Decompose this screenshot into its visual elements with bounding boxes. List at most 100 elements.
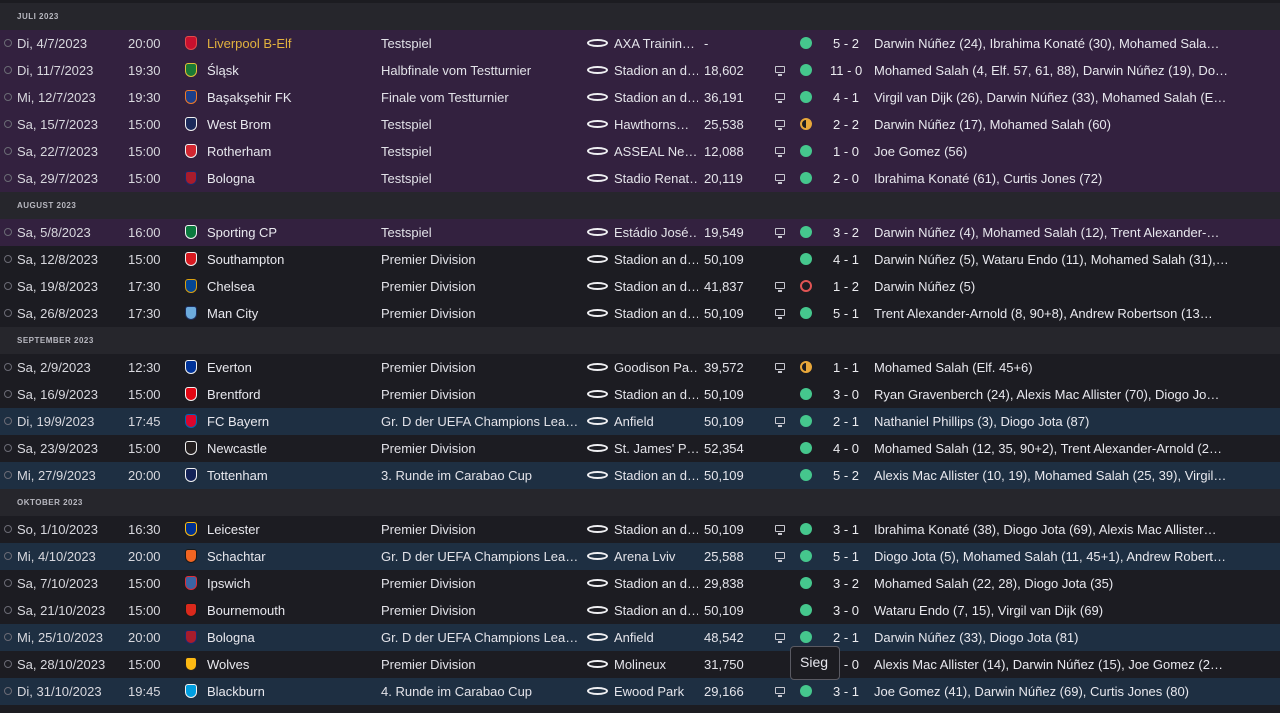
result-icon[interactable] — [799, 570, 815, 597]
venue-link[interactable]: Anfield — [614, 408, 698, 435]
result-icon[interactable] — [799, 246, 815, 273]
result-icon[interactable] — [799, 516, 815, 543]
match-score[interactable]: 1 - 0 — [830, 138, 862, 165]
venue-link[interactable]: Stadion an d… — [614, 246, 698, 273]
fixture-row[interactable]: Mi, 25/10/2023 20:00 Bologna Gr. D der UEFA… — [0, 624, 1280, 651]
opponent-link[interactable]: Wolves — [207, 651, 372, 678]
venue-link[interactable]: Molineux — [614, 651, 698, 678]
competition-link[interactable]: Gr. D der UEFA Champions Lea… — [381, 408, 579, 435]
venue-link[interactable]: Ewood Park — [614, 678, 698, 705]
venue-link[interactable]: Stadion an d… — [614, 300, 698, 327]
fixture-row[interactable]: So, 1/10/2023 16:30 Leicester Premier Divis… — [0, 516, 1280, 543]
match-score[interactable]: 5 - 1 — [830, 543, 862, 570]
opponent-link[interactable]: Śląsk — [207, 57, 372, 84]
fixture-row[interactable]: Sa, 7/10/2023 15:00 Ipswich Premier Divisio… — [0, 570, 1280, 597]
opponent-link[interactable]: Ipswich — [207, 570, 372, 597]
venue-link[interactable]: Stadion an d… — [614, 462, 698, 489]
fixture-row[interactable]: Sa, 28/10/2023 15:00 Wolves Premier Divisio… — [0, 651, 1280, 678]
fixture-row[interactable]: Mi, 12/7/2023 19:30 Başakşehir FK Finale vo… — [0, 84, 1280, 111]
competition-link[interactable]: Premier Division — [381, 570, 579, 597]
fixture-row[interactable]: Sa, 12/8/2023 15:00 Southampton Premier Div… — [0, 246, 1280, 273]
competition-link[interactable]: Premier Division — [381, 597, 579, 624]
result-icon[interactable] — [799, 543, 815, 570]
opponent-link[interactable]: Brentford — [207, 381, 372, 408]
competition-link[interactable]: Premier Division — [381, 300, 579, 327]
opponent-link[interactable]: Bologna — [207, 165, 372, 192]
venue-link[interactable]: St. James' P… — [614, 435, 698, 462]
result-icon[interactable] — [799, 597, 815, 624]
competition-link[interactable]: Testspiel — [381, 138, 579, 165]
competition-link[interactable]: Testspiel — [381, 111, 579, 138]
competition-link[interactable]: Premier Division — [381, 516, 579, 543]
venue-link[interactable]: Stadion an d… — [614, 516, 698, 543]
match-score[interactable]: 4 - 1 — [830, 84, 862, 111]
fixture-row[interactable]: Sa, 5/8/2023 16:00 Sporting CP Testspiel Est… — [0, 219, 1280, 246]
result-icon[interactable] — [799, 408, 815, 435]
fixture-row[interactable]: Sa, 23/9/2023 15:00 Newcastle Premier Divis… — [0, 435, 1280, 462]
competition-link[interactable]: 3. Runde im Carabao Cup — [381, 462, 579, 489]
fixture-row[interactable]: Sa, 29/7/2023 15:00 Bologna Testspiel Stadio… — [0, 165, 1280, 192]
match-score[interactable]: 3 - 2 — [830, 219, 862, 246]
opponent-link[interactable]: Leicester — [207, 516, 372, 543]
match-score[interactable]: 3 - 0 — [830, 597, 862, 624]
competition-link[interactable]: Testspiel — [381, 30, 579, 57]
venue-link[interactable]: Stadion an d… — [614, 381, 698, 408]
result-icon[interactable] — [799, 381, 815, 408]
opponent-link[interactable]: Newcastle — [207, 435, 372, 462]
match-score[interactable]: 4 - 0 — [830, 435, 862, 462]
opponent-link[interactable]: Başakşehir FK — [207, 84, 372, 111]
match-score[interactable]: 1 - 1 — [830, 354, 862, 381]
opponent-link[interactable]: Man City — [207, 300, 372, 327]
competition-link[interactable]: Halbfinale vom Testturnier — [381, 57, 579, 84]
result-icon[interactable] — [799, 354, 815, 381]
match-score[interactable]: 5 - 1 — [830, 300, 862, 327]
opponent-link[interactable]: Bournemouth — [207, 597, 372, 624]
opponent-link[interactable]: Schachtar — [207, 543, 372, 570]
fixture-row[interactable]: Mi, 4/10/2023 20:00 Schachtar Gr. D der UEF… — [0, 543, 1280, 570]
venue-link[interactable]: Stadion an d… — [614, 597, 698, 624]
fixture-row[interactable]: Mi, 27/9/2023 20:00 Tottenham 3. Runde im C… — [0, 462, 1280, 489]
venue-link[interactable]: ASSEAL Ne… — [614, 138, 698, 165]
result-icon[interactable] — [799, 273, 815, 300]
opponent-link[interactable]: Tottenham — [207, 462, 372, 489]
match-score[interactable]: 2 - 0 — [830, 165, 862, 192]
fixture-row[interactable]: Di, 31/10/2023 19:45 Blackburn 4. Runde im … — [0, 678, 1280, 705]
match-score[interactable]: 3 - 1 — [830, 678, 862, 705]
fixture-row[interactable]: Sa, 21/10/2023 15:00 Bournemouth Premier Di… — [0, 597, 1280, 624]
result-icon[interactable] — [799, 165, 815, 192]
opponent-link[interactable]: Bologna — [207, 624, 372, 651]
result-icon[interactable] — [799, 435, 815, 462]
match-score[interactable]: 3 - 2 — [830, 570, 862, 597]
venue-link[interactable]: AXA Trainin… — [614, 30, 698, 57]
result-icon[interactable] — [799, 678, 815, 705]
match-score[interactable]: 2 - 2 — [830, 111, 862, 138]
competition-link[interactable]: Testspiel — [381, 165, 579, 192]
competition-link[interactable]: 4. Runde im Carabao Cup — [381, 678, 579, 705]
venue-link[interactable]: Stadion an d… — [614, 57, 698, 84]
opponent-link[interactable]: Southampton — [207, 246, 372, 273]
competition-link[interactable]: Premier Division — [381, 273, 579, 300]
fixture-row[interactable]: Di, 19/9/2023 17:45 FC Bayern Gr. D der UEF… — [0, 408, 1280, 435]
venue-link[interactable]: Stadio Renat… — [614, 165, 698, 192]
opponent-link[interactable]: Everton — [207, 354, 372, 381]
match-score[interactable]: 1 - 2 — [830, 273, 862, 300]
venue-link[interactable]: Stadion an d… — [614, 570, 698, 597]
venue-link[interactable]: Hawthorns… — [614, 111, 698, 138]
venue-link[interactable]: Stadion an d… — [614, 84, 698, 111]
match-score[interactable]: 11 - 0 — [830, 57, 862, 84]
opponent-link[interactable]: FC Bayern — [207, 408, 372, 435]
result-icon[interactable] — [799, 57, 815, 84]
opponent-link[interactable]: Chelsea — [207, 273, 372, 300]
match-score[interactable]: 5 - 2 — [830, 462, 862, 489]
result-icon[interactable] — [799, 300, 815, 327]
competition-link[interactable]: Testspiel — [381, 219, 579, 246]
fixture-row[interactable]: Sa, 19/8/2023 17:30 Chelsea Premier Divisio… — [0, 273, 1280, 300]
fixture-row[interactable]: Di, 4/7/2023 20:00 Liverpool B-Elf Testspie… — [0, 30, 1280, 57]
result-icon[interactable] — [799, 138, 815, 165]
fixture-row[interactable]: Di, 11/7/2023 19:30 Śląsk Halbfinale vom Te… — [0, 57, 1280, 84]
match-score[interactable]: 2 - 1 — [830, 408, 862, 435]
opponent-link[interactable]: West Brom — [207, 111, 372, 138]
competition-link[interactable]: Gr. D der UEFA Champions Lea… — [381, 624, 579, 651]
competition-link[interactable]: Premier Division — [381, 246, 579, 273]
venue-link[interactable]: Goodison Pa… — [614, 354, 698, 381]
